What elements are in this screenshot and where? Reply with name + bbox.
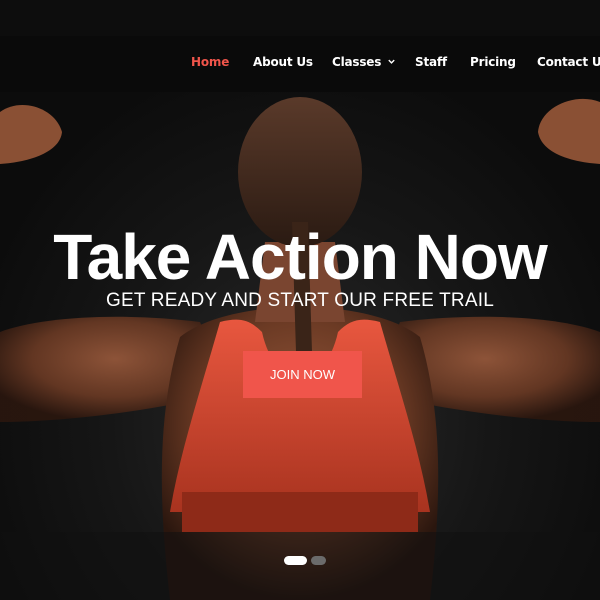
nav-item-pricing[interactable]: Pricing [470, 55, 516, 69]
slider-dot-2[interactable] [311, 556, 326, 565]
nav-item-about-us[interactable]: About Us [253, 55, 313, 69]
nav-item-staff[interactable]: Staff [415, 55, 447, 69]
main-navbar: Home About Us Classes Staff Pricing Cont… [0, 36, 600, 92]
hero-background-image [0, 97, 600, 600]
hero-slider: Take Action Now GET READY AND START OUR … [0, 92, 600, 600]
slider-dot-1-active[interactable] [284, 556, 307, 565]
chevron-down-icon [388, 59, 395, 64]
hero-title: Take Action Now [53, 221, 548, 293]
nav-item-classes-label: Classes [332, 55, 382, 69]
top-strip [0, 0, 600, 36]
nav-item-contact-us[interactable]: Contact Us [537, 55, 600, 69]
nav-menu: Home About Us Classes Staff Pricing Cont… [0, 36, 600, 92]
join-now-button[interactable]: JOIN NOW [243, 351, 362, 398]
nav-item-classes[interactable]: Classes [332, 55, 396, 69]
hero-subtitle: GET READY AND START OUR FREE TRAIL [106, 290, 494, 311]
nav-item-home[interactable]: Home [191, 55, 229, 69]
slider-pagination [284, 556, 328, 566]
